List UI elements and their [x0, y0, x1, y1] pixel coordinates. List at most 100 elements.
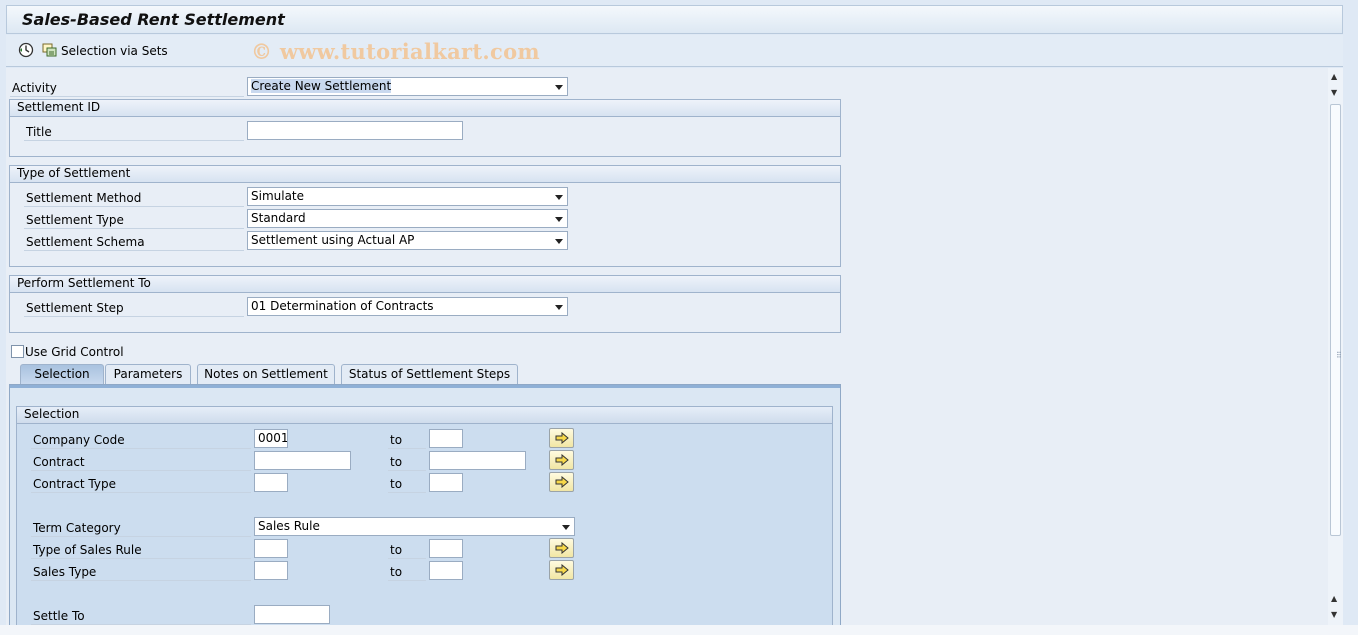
settlement-method-label: Settlement Method [26, 191, 142, 205]
sales-rule-type-to-input[interactable] [429, 539, 463, 558]
scrollbar-thumb[interactable]: ⠿ [1330, 104, 1342, 536]
divider [388, 558, 426, 559]
group-header: Type of Settlement [10, 166, 840, 183]
divider [24, 206, 244, 207]
activity-label: Activity [12, 81, 57, 95]
chevron-down-icon [555, 239, 563, 244]
divider [388, 580, 426, 581]
contract-type-label: Contract Type [33, 477, 116, 491]
settlement-step-label: Settlement Step [26, 301, 124, 315]
settle-to-label: Settle To [33, 609, 85, 623]
company-code-from-input[interactable]: 0001 [254, 429, 288, 448]
to-label: to [390, 433, 403, 447]
divider [31, 558, 251, 559]
arrow-right-icon [555, 432, 569, 444]
chevron-down-icon [555, 85, 563, 90]
divider [388, 492, 426, 493]
to-label: to [390, 477, 403, 491]
divider [31, 448, 251, 449]
divider [388, 470, 426, 471]
application-toolbar: Selection via Sets © www.tutorialkart.co… [6, 35, 1343, 67]
settlement-schema-label: Settlement Schema [26, 235, 145, 249]
arrow-right-icon [555, 564, 569, 576]
divider [24, 228, 244, 229]
divider [31, 492, 251, 493]
divider [31, 470, 251, 471]
divider [388, 448, 426, 449]
settlement-type-value: Standard [251, 211, 306, 225]
term-category-dropdown[interactable]: Sales Rule [254, 517, 575, 536]
settlement-schema-dropdown[interactable]: Settlement using Actual AP [247, 231, 568, 250]
contract-type-from-input[interactable] [254, 473, 288, 492]
chevron-down-icon [555, 217, 563, 222]
divider [10, 96, 244, 97]
settlement-type-dropdown[interactable]: Standard [247, 209, 568, 228]
contract-label: Contract [33, 455, 85, 469]
group-header: Perform Settlement To [10, 276, 840, 293]
settle-to-input[interactable] [254, 605, 330, 624]
contract-multiple-selection-button[interactable] [549, 450, 574, 470]
company-code-to-input[interactable] [429, 429, 463, 448]
contract-type-multiple-selection-button[interactable] [549, 472, 574, 492]
tab-status-of-settlement-steps[interactable]: Status of Settlement Steps [341, 364, 518, 384]
page-title: Sales-Based Rent Settlement [22, 10, 285, 29]
sales-type-to-input[interactable] [429, 561, 463, 580]
tab-parameters[interactable]: Parameters [105, 364, 191, 384]
sales-type-from-input[interactable] [254, 561, 288, 580]
contract-to-input[interactable] [429, 451, 526, 470]
title-bar: Sales-Based Rent Settlement [6, 5, 1343, 34]
use-grid-control-label[interactable]: Use Grid Control [25, 345, 124, 359]
tab-panel-bar [10, 385, 840, 388]
term-category-label: Term Category [33, 521, 121, 535]
group-header: Settlement ID [10, 100, 840, 117]
divider [24, 140, 244, 141]
selection-sets-icon[interactable] [42, 42, 58, 58]
settlement-schema-value: Settlement using Actual AP [251, 233, 415, 247]
scroll-up-icon[interactable]: ▲ [1331, 72, 1337, 82]
watermark: © www.tutorialkart.com [251, 39, 540, 64]
contract-type-to-input[interactable] [429, 473, 463, 492]
status-bar [0, 625, 1358, 635]
selection-via-sets-button[interactable]: Selection via Sets [61, 44, 168, 58]
company-code-multiple-selection-button[interactable] [549, 428, 574, 448]
chevron-down-icon [555, 195, 563, 200]
arrow-right-icon [555, 454, 569, 466]
divider [24, 316, 244, 317]
tab-selection[interactable]: Selection [20, 364, 104, 384]
divider [31, 536, 251, 537]
sales-rule-type-label: Type of Sales Rule [33, 543, 142, 557]
execute-icon[interactable] [18, 42, 34, 58]
grip-icon: ⠿ [1336, 351, 1342, 360]
activity-dropdown[interactable]: Create New Settlement [247, 77, 568, 96]
arrow-right-icon [555, 542, 569, 554]
to-label: to [390, 565, 403, 579]
company-code-label: Company Code [33, 433, 125, 447]
activity-value: Create New Settlement [251, 79, 392, 93]
settlement-step-value: 01 Determination of Contracts [251, 299, 434, 313]
sales-rule-type-from-input[interactable] [254, 539, 288, 558]
chevron-down-icon [562, 525, 570, 530]
group-header: Selection [17, 407, 832, 424]
arrow-right-icon [555, 476, 569, 488]
to-label: to [390, 455, 403, 469]
settlement-step-dropdown[interactable]: 01 Determination of Contracts [247, 297, 568, 316]
settlement-method-dropdown[interactable]: Simulate [247, 187, 568, 206]
divider [31, 580, 251, 581]
contract-from-input[interactable] [254, 451, 351, 470]
scroll-page-down-icon[interactable]: ▲ [1331, 594, 1337, 604]
scroll-down-icon[interactable]: ▼ [1331, 610, 1337, 620]
sales-type-label: Sales Type [33, 565, 97, 579]
divider [24, 250, 244, 251]
title-label: Title [26, 125, 52, 139]
to-label: to [390, 543, 403, 557]
term-category-value: Sales Rule [258, 519, 320, 533]
settlement-method-value: Simulate [251, 189, 305, 203]
sales-rule-type-multiple-selection-button[interactable] [549, 538, 574, 558]
scroll-page-up-icon[interactable]: ▼ [1331, 88, 1337, 98]
use-grid-control-checkbox[interactable] [11, 345, 24, 358]
sales-type-multiple-selection-button[interactable] [549, 560, 574, 580]
title-input[interactable] [247, 121, 463, 140]
vertical-scrollbar[interactable]: ▲ ▼ ⠿ ▲ ▼ [1328, 68, 1343, 625]
settlement-type-label: Settlement Type [26, 213, 124, 227]
tab-notes-on-settlement[interactable]: Notes on Settlement [197, 364, 335, 384]
